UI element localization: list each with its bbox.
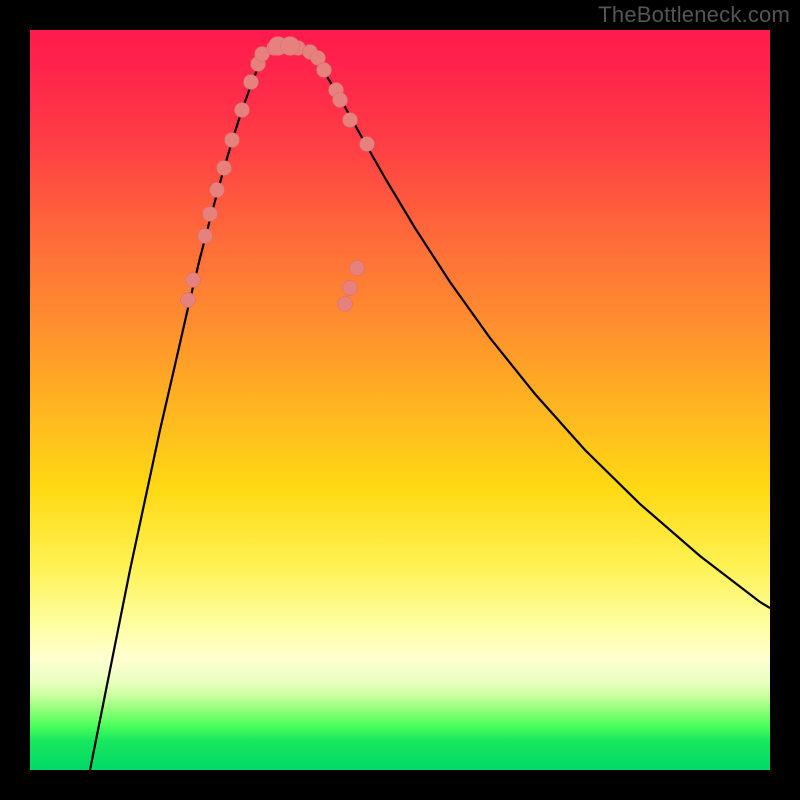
- data-point: [350, 261, 365, 276]
- data-point: [244, 75, 259, 90]
- data-point: [225, 133, 240, 148]
- data-point: [181, 293, 196, 308]
- data-point: [210, 183, 225, 198]
- data-point: [343, 113, 358, 128]
- data-point: [317, 63, 332, 78]
- watermark-text: TheBottleneck.com: [598, 2, 790, 28]
- chart-overlay: [30, 30, 770, 770]
- data-point: [343, 281, 358, 296]
- data-point: [360, 137, 375, 152]
- curve-left: [90, 52, 264, 770]
- data-point: [338, 297, 353, 312]
- chart-frame: [30, 30, 770, 770]
- data-point: [203, 207, 218, 222]
- data-point-emphasis: [281, 37, 300, 56]
- data-point: [235, 103, 250, 118]
- data-point: [186, 273, 201, 288]
- data-point: [333, 93, 348, 108]
- curve-right: [310, 52, 770, 608]
- scatter-dots: [181, 37, 375, 312]
- data-point: [198, 229, 213, 244]
- data-point: [217, 161, 232, 176]
